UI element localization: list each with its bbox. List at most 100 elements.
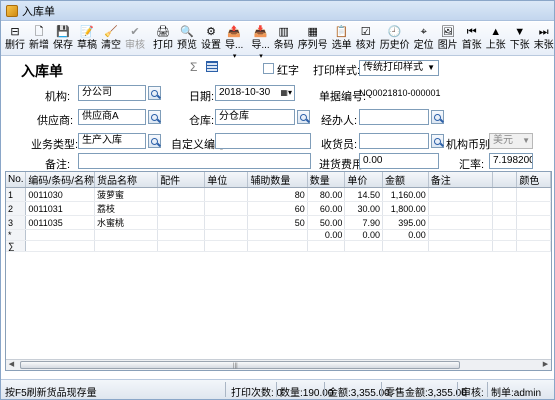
table-cell[interactable]: 7.90 <box>344 215 383 230</box>
freight-input[interactable]: 0.00 <box>359 153 439 169</box>
sigma-icon[interactable]: Σ <box>190 60 197 74</box>
table-cell[interactable] <box>492 215 518 230</box>
supplier-input[interactable]: 供应商A <box>78 109 146 125</box>
table-cell[interactable] <box>94 240 159 252</box>
column-header[interactable]: 货品名称 <box>94 172 159 188</box>
table-cell[interactable] <box>428 229 494 241</box>
more1-button[interactable]: 📤 导... ▾ <box>223 22 245 60</box>
table-cell[interactable] <box>307 240 346 252</box>
table-cell[interactable] <box>428 240 494 252</box>
first-button[interactable]: ⏮ 首张 <box>460 22 484 54</box>
table-cell[interactable]: 50 <box>247 215 308 230</box>
table-cell[interactable]: 0.00 <box>344 229 383 241</box>
calendar-icon[interactable] <box>206 61 218 72</box>
table-row[interactable]: 1 0011030 菠萝蜜 80 80.00 14.50 1,160.00 <box>6 187 551 202</box>
draft-button[interactable]: 📝 草稿 <box>75 22 99 54</box>
table-cell[interactable]: 0.00 <box>307 229 346 241</box>
table-cell[interactable] <box>157 187 206 202</box>
scroll-right-icon[interactable]: ▶ <box>540 360 551 370</box>
print-button[interactable]: 🖨 打印 <box>151 22 175 54</box>
date-input[interactable]: 2018-10-30 ▦▾ <box>215 85 295 101</box>
table-cell[interactable] <box>492 201 518 216</box>
column-header[interactable]: 配件 <box>157 172 206 188</box>
receiver-lookup-button[interactable] <box>431 134 444 148</box>
table-cell[interactable] <box>94 229 159 241</box>
table-cell[interactable] <box>157 240 206 252</box>
table-cell[interactable] <box>25 229 95 241</box>
table-cell[interactable] <box>428 215 494 230</box>
print-style-select[interactable]: 传统打印样式 ▼ <box>359 60 439 76</box>
red-checkbox[interactable] <box>263 63 274 74</box>
custom-no-input[interactable] <box>215 133 311 149</box>
serial-button[interactable]: ▦ 序列号 <box>296 22 330 54</box>
table-cell[interactable] <box>204 229 249 241</box>
table-cell[interactable] <box>247 229 308 241</box>
table-cell[interactable]: 菠萝蜜 <box>94 187 159 202</box>
table-cell[interactable] <box>492 187 518 202</box>
preview-button[interactable]: 🔍 预览 <box>175 22 199 54</box>
table-cell[interactable] <box>516 201 551 216</box>
table-cell[interactable] <box>204 240 249 252</box>
biz-type-input[interactable]: 生产入库 <box>78 133 146 149</box>
table-cell[interactable]: 30.00 <box>344 201 383 216</box>
table-cell[interactable] <box>204 187 249 202</box>
table-cell[interactable] <box>492 229 518 241</box>
table-cell[interactable] <box>157 201 206 216</box>
column-header[interactable]: No. <box>6 172 27 188</box>
org-lookup-button[interactable] <box>148 86 161 100</box>
handler-input[interactable] <box>359 109 429 125</box>
column-header[interactable]: 单位 <box>204 172 249 188</box>
table-cell[interactable] <box>492 240 518 252</box>
rate-input[interactable]: 7.198200 <box>489 153 533 169</box>
table-cell[interactable]: 80 <box>247 187 308 202</box>
new-button[interactable]: 🗋 新增 <box>27 22 51 54</box>
table-cell[interactable]: 0011031 <box>25 201 95 216</box>
column-header[interactable]: 数量 <box>307 172 346 188</box>
table-cell[interactable] <box>428 201 494 216</box>
table-cell[interactable] <box>428 187 494 202</box>
column-header[interactable]: 辅助数量 <box>247 172 308 188</box>
table-cell[interactable]: 50.00 <box>307 215 346 230</box>
table-cell[interactable]: 0011030 <box>25 187 95 202</box>
scroll-left-icon[interactable]: ◀ <box>6 360 17 370</box>
table-cell[interactable]: 80.00 <box>307 187 346 202</box>
table-cell[interactable]: 60.00 <box>307 201 346 216</box>
table-cell[interactable]: 1,800.00 <box>382 201 429 216</box>
select-order-button[interactable]: 📋 选单 <box>330 22 354 54</box>
table-cell[interactable] <box>516 187 551 202</box>
delete-row-button[interactable]: ⊟ 删行 <box>3 22 27 54</box>
table-cell[interactable]: 水蜜桃 <box>94 215 159 230</box>
horizontal-scrollbar[interactable]: ◀ ||| ▶ <box>6 359 551 370</box>
column-header[interactable]: 颜色 <box>516 172 551 188</box>
verify-button[interactable]: ☑ 核对 <box>354 22 378 54</box>
table-cell[interactable] <box>204 215 249 230</box>
remark-input[interactable] <box>78 153 311 169</box>
table-cell[interactable] <box>516 240 551 252</box>
clear-button[interactable]: 🧹 清空 <box>99 22 123 54</box>
prev-button[interactable]: ▲ 上张 <box>484 22 508 54</box>
table-cell[interactable]: 60 <box>247 201 308 216</box>
table-cell[interactable]: 荔枝 <box>94 201 159 216</box>
table-row[interactable]: 3 0011035 水蜜桃 50 50.00 7.90 395.00 <box>6 215 551 230</box>
table-cell[interactable] <box>157 229 206 241</box>
supplier-lookup-button[interactable] <box>148 110 161 124</box>
column-header[interactable] <box>492 172 518 188</box>
table-cell[interactable]: 1,160.00 <box>382 187 429 202</box>
table-cell[interactable] <box>382 240 429 252</box>
table-row[interactable]: * 0.00 0.00 0.00 <box>6 229 551 241</box>
more2-button[interactable]: 📥 导... ▾ <box>249 22 271 60</box>
warehouse-input[interactable]: 分仓库 <box>215 109 295 125</box>
receiver-input[interactable] <box>359 133 429 149</box>
table-cell[interactable] <box>25 240 95 252</box>
table-row[interactable]: 2 0011031 荔枝 60 60.00 30.00 1,800.00 <box>6 201 551 216</box>
currency-select[interactable]: 美元 ▼ <box>489 133 533 149</box>
settings-button[interactable]: ⚙ 设置 <box>199 22 223 54</box>
save-button[interactable]: 💾 保存 <box>51 22 75 54</box>
price-history-button[interactable]: 🕘 历史价 <box>378 22 412 54</box>
column-header[interactable]: 金额 <box>382 172 429 188</box>
column-header[interactable]: 单价 <box>344 172 383 188</box>
biz-type-lookup-button[interactable] <box>148 134 161 148</box>
scroll-thumb[interactable]: ||| <box>20 361 460 369</box>
barcode-button[interactable]: ▥ 条码 <box>272 22 296 54</box>
locate-button[interactable]: ⌖ 定位 <box>412 22 436 54</box>
